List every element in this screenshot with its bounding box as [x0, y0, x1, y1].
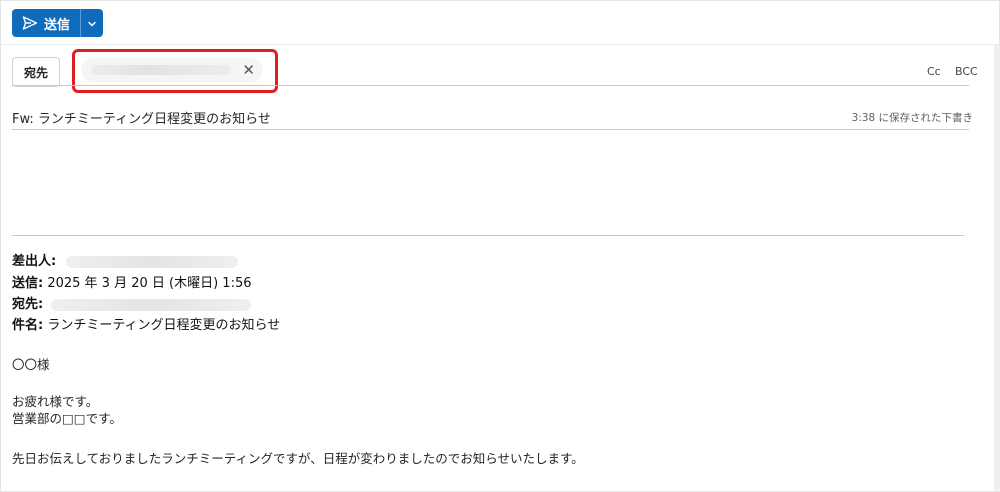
- to-button[interactable]: 宛先: [12, 57, 60, 87]
- forward-divider: [12, 235, 964, 236]
- forward-subject-value: ランチミーティング日程変更のお知らせ: [43, 318, 281, 333]
- to-field-underline: [12, 85, 969, 86]
- forward-from-label: 差出人:: [12, 254, 57, 269]
- recipient-chip-blurred-address: [91, 65, 231, 75]
- forward-sent-label: 送信:: [12, 276, 44, 291]
- subject-input[interactable]: Fw: ランチミーティング日程変更のお知らせ: [12, 108, 271, 127]
- forward-subject-label: 件名:: [12, 318, 44, 333]
- message-line-3: 先日お伝えしておりましたランチミーティングですが、日程が変わりましたのでお知らせ…: [12, 451, 584, 466]
- to-field-highlighted[interactable]: ✕: [72, 49, 278, 93]
- recipient-chip[interactable]: ✕: [81, 58, 263, 82]
- send-icon: [22, 15, 38, 31]
- close-icon[interactable]: ✕: [242, 61, 255, 79]
- forward-subject-line: 件名: ランチミーティング日程変更のお知らせ: [12, 314, 280, 333]
- forward-to-blurred: [51, 298, 252, 311]
- forward-sent-line: 送信: 2025 年 3 月 20 日 (木曜日) 1:56: [12, 272, 252, 291]
- message-greeting: 〇〇様: [12, 357, 50, 372]
- subject-underline: [12, 129, 969, 130]
- forward-from-blurred: [66, 255, 239, 268]
- draft-saved-status: 3:38 に保存された下書き: [851, 112, 973, 124]
- scrollbar[interactable]: [994, 44, 1000, 491]
- message-line-2: 営業部の□□です。: [12, 411, 122, 426]
- forward-sent-value: 2025 年 3 月 20 日 (木曜日) 1:56: [43, 276, 252, 291]
- send-options-dropdown[interactable]: [81, 9, 103, 37]
- send-button[interactable]: 送信: [12, 9, 80, 37]
- chevron-down-icon: [87, 14, 97, 33]
- send-button-group: 送信: [12, 9, 104, 37]
- toolbar-divider: [0, 44, 1000, 45]
- bcc-button[interactable]: BCC: [955, 65, 978, 78]
- send-label: 送信: [44, 17, 71, 33]
- forward-to-label: 宛先:: [12, 297, 44, 312]
- forward-to-line: 宛先:: [12, 293, 252, 312]
- cc-button[interactable]: Cc: [927, 65, 941, 78]
- forward-from-line: 差出人:: [12, 250, 239, 269]
